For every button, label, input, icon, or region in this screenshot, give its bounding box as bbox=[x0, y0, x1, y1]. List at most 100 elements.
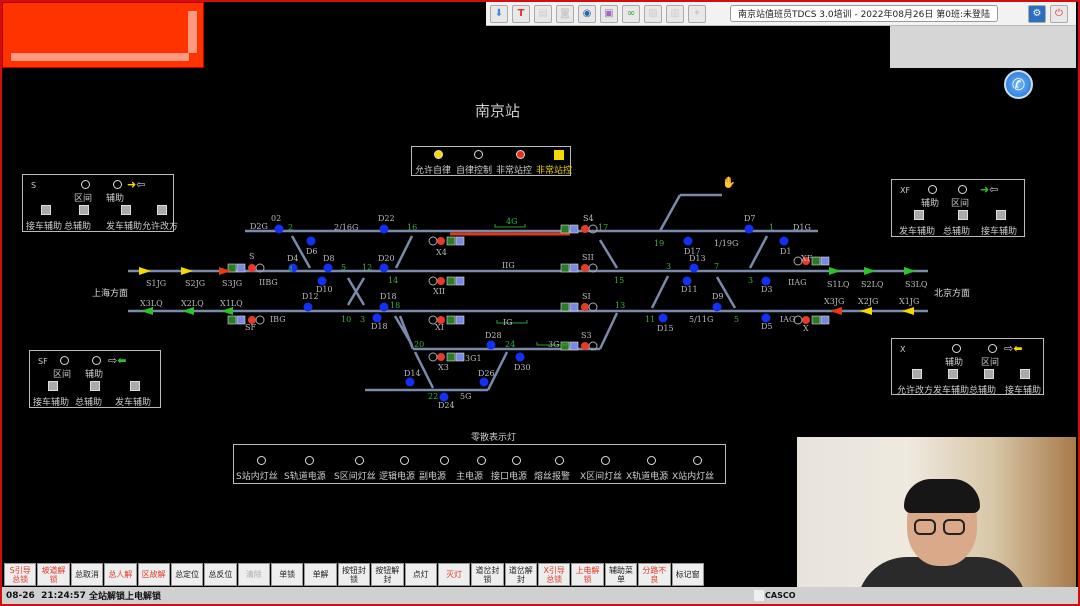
route-button[interactable] bbox=[820, 315, 830, 325]
fault-lamp bbox=[477, 456, 486, 465]
signal-lamp[interactable] bbox=[437, 277, 445, 285]
track-label: D12 bbox=[302, 292, 319, 301]
route-button[interactable] bbox=[811, 256, 821, 266]
direction-right: 北京方面 bbox=[934, 287, 970, 299]
fault-lamp bbox=[512, 456, 521, 465]
track-label: 24 bbox=[505, 340, 515, 349]
signal-lamp[interactable] bbox=[248, 264, 256, 272]
command-button[interactable]: 点灯 bbox=[404, 563, 437, 586]
shunt-button[interactable] bbox=[515, 352, 525, 362]
command-button[interactable]: 按钮解封 bbox=[371, 563, 404, 586]
signal-lamp[interactable] bbox=[437, 353, 445, 361]
route-button[interactable] bbox=[455, 315, 465, 325]
track-segment bbox=[748, 235, 769, 269]
command-button[interactable]: 上电解锁 bbox=[571, 563, 604, 586]
track-label: 3 bbox=[666, 262, 671, 271]
track-label: 3G bbox=[548, 340, 559, 349]
shunt-button[interactable] bbox=[744, 224, 754, 234]
track-label: XII bbox=[433, 287, 445, 296]
track-segment bbox=[650, 275, 670, 309]
route-button[interactable] bbox=[236, 263, 246, 273]
shunt-button[interactable] bbox=[712, 302, 722, 312]
route-button[interactable] bbox=[569, 302, 579, 312]
command-button[interactable]: 总取消 bbox=[70, 563, 104, 586]
signal-lamp[interactable] bbox=[802, 316, 810, 324]
shunt-button[interactable] bbox=[486, 340, 496, 350]
track-label: X3JG bbox=[824, 297, 844, 306]
route-button[interactable] bbox=[455, 236, 465, 246]
command-button[interactable]: 按钮封锁 bbox=[337, 563, 371, 586]
shunt-button[interactable] bbox=[379, 302, 389, 312]
command-button[interactable]: 区故解 bbox=[137, 563, 170, 586]
route-button[interactable] bbox=[455, 352, 465, 362]
fault-lamp-label: X区间灯丝 bbox=[580, 472, 623, 482]
track-label: D30 bbox=[514, 363, 531, 372]
track-label: D3 bbox=[761, 285, 773, 294]
shunt-button[interactable] bbox=[379, 263, 389, 273]
route-button[interactable] bbox=[560, 341, 570, 351]
signal-lamp[interactable] bbox=[581, 264, 589, 272]
command-button[interactable]: 辅助菜单 bbox=[604, 563, 638, 586]
route-button[interactable] bbox=[446, 276, 456, 286]
command-button[interactable]: 总反位 bbox=[204, 563, 237, 586]
shunt-button[interactable] bbox=[274, 224, 284, 234]
track-label: SII bbox=[582, 253, 594, 262]
route-button[interactable] bbox=[560, 224, 570, 234]
command-button[interactable]: 道岔封锁 bbox=[471, 563, 504, 586]
route-button[interactable] bbox=[560, 263, 570, 273]
status-bar: 08-26 21:24:57 全站解锁上电解锁 CASCO bbox=[2, 587, 1078, 604]
shunt-button[interactable] bbox=[683, 236, 693, 246]
command-button[interactable]: 标记窗 bbox=[671, 563, 704, 586]
track-label: D2G bbox=[250, 222, 268, 231]
track-label: 7 bbox=[714, 262, 719, 271]
command-button[interactable]: S引导总锁 bbox=[4, 563, 37, 586]
shunt-button[interactable] bbox=[779, 236, 789, 246]
route-button[interactable] bbox=[446, 352, 456, 362]
signal-lamp[interactable] bbox=[437, 237, 445, 245]
track-label: X2JG bbox=[858, 297, 878, 306]
command-button[interactable]: 单锁 bbox=[271, 563, 304, 586]
shunt-button[interactable] bbox=[306, 236, 316, 246]
route-button[interactable] bbox=[569, 224, 579, 234]
track-segment bbox=[658, 194, 682, 232]
command-button[interactable]: 道岔解封 bbox=[504, 563, 537, 586]
command-button[interactable]: 分路不良 bbox=[638, 563, 671, 586]
direction-left: 上海方面 bbox=[92, 287, 128, 299]
shunt-button[interactable] bbox=[379, 224, 389, 234]
route-button[interactable] bbox=[455, 276, 465, 286]
fault-lamp-label: S区间灯丝 bbox=[334, 472, 376, 482]
route-button[interactable] bbox=[811, 315, 821, 325]
route-button[interactable] bbox=[569, 263, 579, 273]
command-button[interactable]: 单解 bbox=[304, 563, 337, 586]
route-button[interactable] bbox=[236, 315, 246, 325]
status-indicator bbox=[754, 590, 764, 601]
signal-lamp[interactable] bbox=[581, 342, 589, 350]
signal-lamp[interactable] bbox=[581, 225, 589, 233]
track-label: X1JG bbox=[899, 297, 919, 306]
track-label: X2LQ bbox=[181, 299, 204, 308]
route-button[interactable] bbox=[820, 256, 830, 266]
track-label: X4 bbox=[436, 248, 447, 257]
command-button[interactable]: 清除 bbox=[237, 563, 270, 586]
command-button[interactable]: 灭灯 bbox=[437, 563, 471, 586]
shunt-button[interactable] bbox=[689, 263, 699, 273]
command-button[interactable]: 总定位 bbox=[170, 563, 204, 586]
shunt-button[interactable] bbox=[323, 263, 333, 273]
shunt-button[interactable] bbox=[658, 313, 668, 323]
shunt-button[interactable] bbox=[303, 302, 313, 312]
command-button-bar: S引导总锁 坡道解锁 总取消 总人解 区故解 总定位 总反位 清除 单锁 单解 按钮封锁 按钮解封 点灯… bbox=[4, 563, 704, 586]
route-button[interactable] bbox=[446, 315, 456, 325]
route-button[interactable] bbox=[560, 302, 570, 312]
track-label: XF bbox=[801, 254, 813, 263]
command-button[interactable]: 总人解 bbox=[104, 563, 137, 586]
route-button[interactable] bbox=[227, 315, 237, 325]
shunt-button[interactable] bbox=[479, 377, 489, 387]
signal-lamp[interactable] bbox=[581, 303, 589, 311]
webcam-video bbox=[797, 437, 1076, 587]
shunt-button[interactable] bbox=[405, 377, 415, 387]
route-button[interactable] bbox=[446, 236, 456, 246]
track-label: D8 bbox=[323, 254, 335, 263]
route-button[interactable] bbox=[569, 341, 579, 351]
command-button[interactable]: X引导总锁 bbox=[538, 563, 571, 586]
command-button[interactable]: 坡道解锁 bbox=[37, 563, 70, 586]
